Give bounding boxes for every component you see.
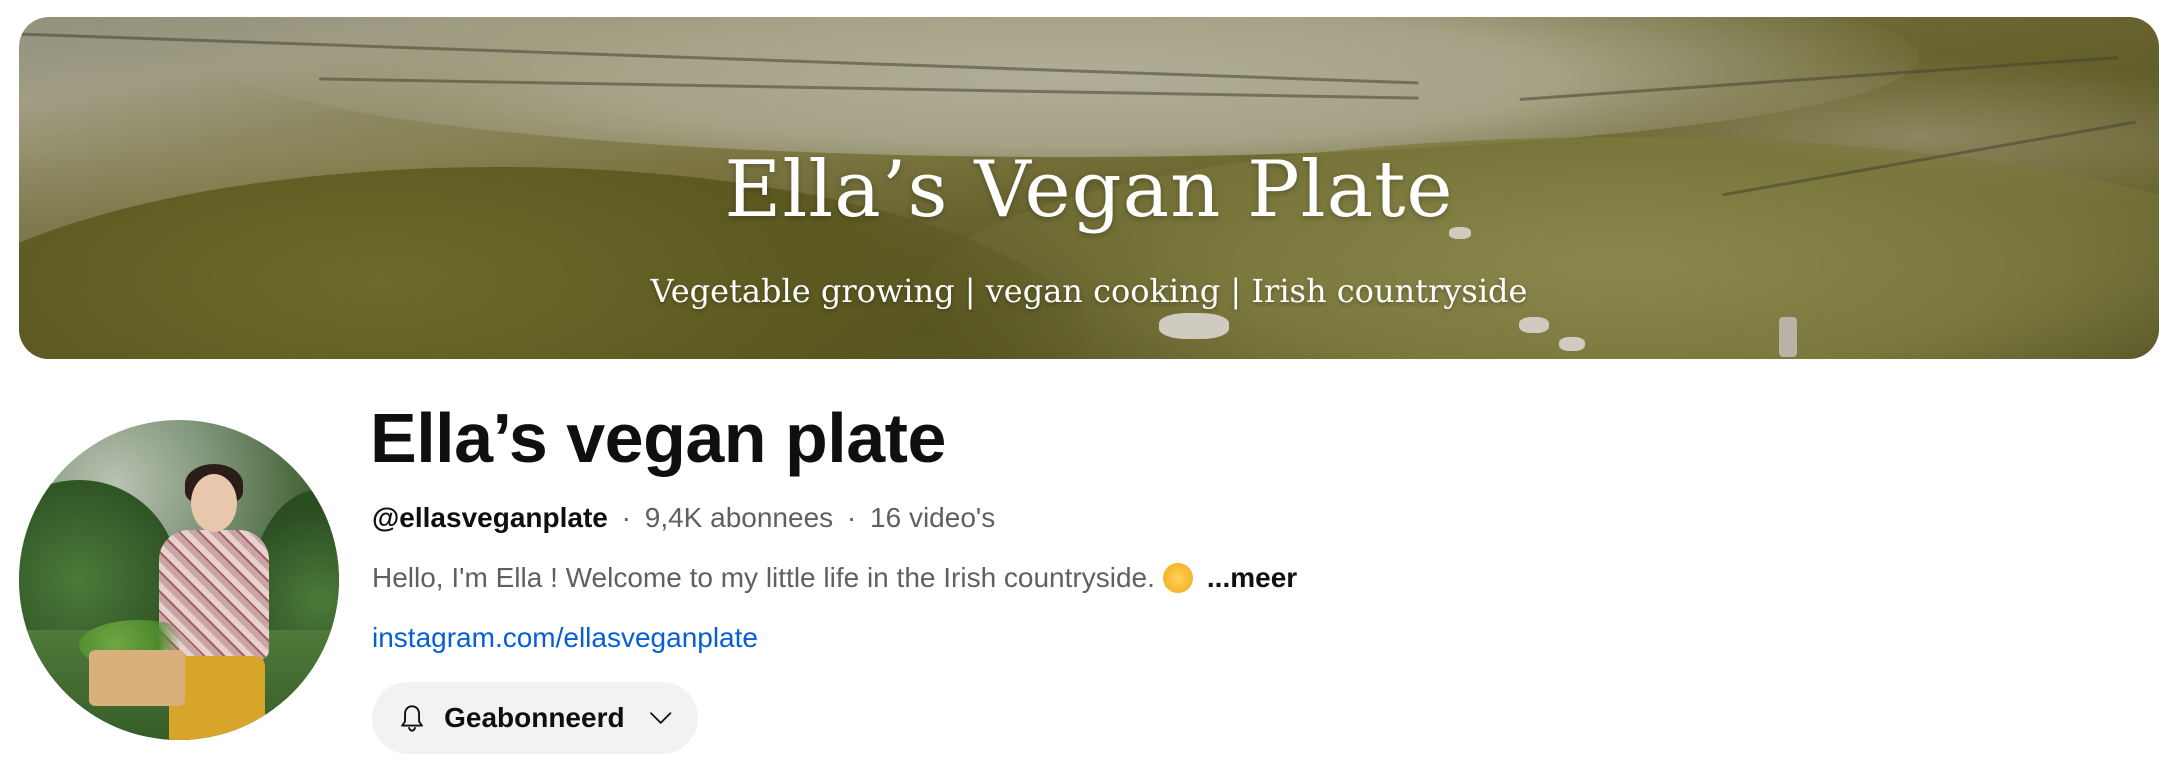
channel-avatar[interactable] [19,420,339,740]
instagram-link[interactable]: instagram.com/ellasveganplate [372,622,758,654]
subscribed-button[interactable]: Geabonneerd [372,682,698,754]
description-text: Hello, I'm Ella ! Welcome to my little l… [372,562,1155,593]
more-button[interactable]: ...meer [1207,562,1297,593]
channel-name: Ella’s vegan plate [370,399,946,477]
bell-icon [401,705,423,732]
subscriber-count: 9,4K abonnees [644,502,834,533]
channel-description[interactable]: Hello, I'm Ella ! Welcome to my little l… [372,562,1297,594]
channel-handle: @ellasveganplate [372,502,608,533]
channel-banner: Ella’s Vegan Plate Vegetable growing | v… [19,17,2159,359]
sun-face-icon [1162,563,1193,593]
subscribed-label: Geabonneerd [444,702,625,733]
video-count: 16 video's [870,502,996,533]
channel-meta: @ellasveganplate · 9,4K abonnees · 16 vi… [372,502,995,534]
banner-title: Ella’s Vegan Plate [724,145,1454,235]
meta-separator: · [846,502,857,533]
banner-subtitle: Vegetable growing | vegan cooking | Iris… [650,272,1528,310]
meta-separator: · [621,502,631,533]
chevron-down-icon [649,712,671,724]
